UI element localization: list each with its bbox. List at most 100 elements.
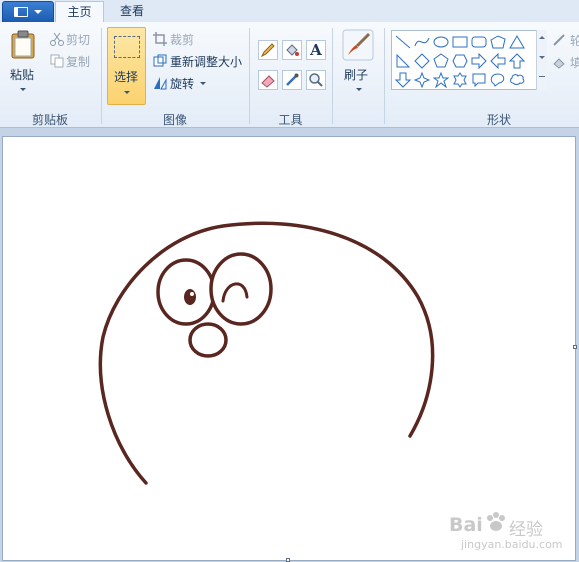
ribbon: 粘贴 剪切 复制 剪贴板 选择 裁剪 重新调整大小 旋转 图像 A 工具 刷子 … xyxy=(0,22,579,128)
rotate-label: 旋转 xyxy=(170,77,195,91)
resize-handle-right[interactable] xyxy=(573,345,577,349)
clipboard-icon xyxy=(11,30,35,59)
cut-label: 剪切 xyxy=(66,33,91,47)
watermark-brand-cn: 经验 xyxy=(509,520,543,540)
pencil-icon xyxy=(260,43,275,58)
magnifier-tool[interactable] xyxy=(306,70,326,90)
pentagon-shape-icon[interactable] xyxy=(433,53,449,69)
watermark-brand: Bai xyxy=(449,514,483,536)
ribbon-tab-bar: 主页 查看 xyxy=(0,0,579,24)
right-triangle-shape-icon[interactable] xyxy=(395,53,411,69)
crop-label: 裁剪 xyxy=(170,33,195,47)
five-point-star-shape-icon[interactable] xyxy=(433,72,449,88)
resize-label: 重新调整大小 xyxy=(170,55,243,69)
crop-button[interactable]: 裁剪 xyxy=(153,30,213,48)
watermark-url: jingyan.baidu.com xyxy=(461,538,563,551)
divider xyxy=(101,28,102,124)
chevron-down-icon xyxy=(20,88,26,91)
copy-icon xyxy=(50,54,64,68)
cloud-callout-shape-icon[interactable] xyxy=(509,72,525,88)
chevron-down-icon xyxy=(356,88,362,91)
right-eye xyxy=(209,252,273,326)
rounded-callout-shape-icon[interactable] xyxy=(471,72,487,88)
shapes-gallery-scroll[interactable] xyxy=(536,30,547,90)
selection-rectangle-icon xyxy=(114,36,140,58)
drawing-canvas[interactable]: Bai 经验 jingyan.baidu.com xyxy=(3,137,575,560)
rotate-button[interactable]: 旋转 xyxy=(153,74,213,92)
head-outline-stroke xyxy=(98,221,435,485)
select-button[interactable]: 选择 xyxy=(107,27,146,105)
right-arrow-shape-icon[interactable] xyxy=(471,53,487,69)
more-icon[interactable] xyxy=(539,76,545,77)
magnifier-icon xyxy=(309,73,323,87)
rounded-rectangle-shape-icon[interactable] xyxy=(471,34,487,50)
chevron-down-icon[interactable] xyxy=(539,56,545,59)
menu-icon xyxy=(14,7,28,17)
tab-view[interactable]: 查看 xyxy=(106,1,158,22)
fill-button[interactable]: 填 xyxy=(552,54,579,72)
divider xyxy=(332,28,333,124)
resize-handle-bottom[interactable] xyxy=(286,558,290,562)
fill-label: 填 xyxy=(570,56,579,70)
brushes-button[interactable]: 刷子 xyxy=(339,28,379,100)
eraser-tool[interactable] xyxy=(258,70,278,90)
brushes-label: 刷子 xyxy=(344,68,369,82)
copy-button[interactable]: 复制 xyxy=(48,52,98,70)
divider xyxy=(384,28,385,124)
tools-group-label: 工具 xyxy=(278,113,303,127)
oval-callout-shape-icon[interactable] xyxy=(490,72,506,88)
six-point-star-shape-icon[interactable] xyxy=(452,72,468,88)
left-pupil xyxy=(184,289,196,305)
brush-icon xyxy=(342,29,374,61)
diamond-shape-icon[interactable] xyxy=(414,53,430,69)
triangle-shape-icon[interactable] xyxy=(509,34,525,50)
color-picker-icon xyxy=(286,73,299,86)
scissors-icon xyxy=(50,32,64,46)
up-arrow-shape-icon[interactable] xyxy=(509,53,525,69)
rotate-icon xyxy=(154,77,167,90)
resize-icon xyxy=(153,54,167,67)
outline-button[interactable]: 轮 xyxy=(552,32,579,50)
outline-icon xyxy=(553,34,565,46)
chevron-down-icon xyxy=(34,10,42,14)
cut-button[interactable]: 剪切 xyxy=(48,30,98,48)
shapes-gallery xyxy=(391,30,547,90)
paw-icon xyxy=(487,512,505,531)
drawing xyxy=(98,221,435,485)
four-point-star-shape-icon[interactable] xyxy=(414,72,430,88)
copy-label: 复制 xyxy=(66,55,91,69)
fill-tool[interactable] xyxy=(282,40,302,60)
chevron-down-icon xyxy=(200,82,206,85)
clipboard-group-label: 剪贴板 xyxy=(31,113,68,127)
text-tool[interactable]: A xyxy=(306,40,326,60)
left-pupil-highlight xyxy=(190,292,194,296)
polygon-shape-icon[interactable] xyxy=(490,34,506,50)
crop-icon xyxy=(153,32,167,46)
tab-home[interactable]: 主页 xyxy=(55,1,104,24)
hexagon-shape-icon[interactable] xyxy=(452,53,468,69)
text-icon: A xyxy=(310,41,322,59)
shapes-group-label: 形状 xyxy=(486,113,511,127)
curve-shape-icon[interactable] xyxy=(414,34,430,50)
left-arrow-shape-icon[interactable] xyxy=(490,53,506,69)
image-group-label: 图像 xyxy=(162,113,187,127)
rectangle-shape-icon[interactable] xyxy=(452,34,468,50)
outline-label: 轮 xyxy=(570,34,579,48)
chevron-down-icon xyxy=(124,91,130,94)
resize-button[interactable]: 重新调整大小 xyxy=(153,52,245,70)
eraser-icon xyxy=(261,75,275,88)
down-arrow-shape-icon[interactable] xyxy=(395,72,411,88)
pencil-tool[interactable] xyxy=(258,40,278,60)
fill-icon xyxy=(553,58,565,69)
paste-label: 粘贴 xyxy=(10,68,35,82)
divider xyxy=(249,28,250,124)
line-shape-icon[interactable] xyxy=(395,34,411,50)
color-picker-tool[interactable] xyxy=(282,70,302,90)
paste-button[interactable]: 粘贴 xyxy=(6,28,40,100)
chevron-up-icon[interactable] xyxy=(539,36,545,39)
fill-bucket-icon xyxy=(286,44,299,56)
canvas-area: Bai 经验 jingyan.baidu.com xyxy=(0,128,579,562)
oval-shape-icon[interactable] xyxy=(433,34,449,50)
nose xyxy=(188,322,228,358)
application-menu-button[interactable] xyxy=(2,1,54,23)
